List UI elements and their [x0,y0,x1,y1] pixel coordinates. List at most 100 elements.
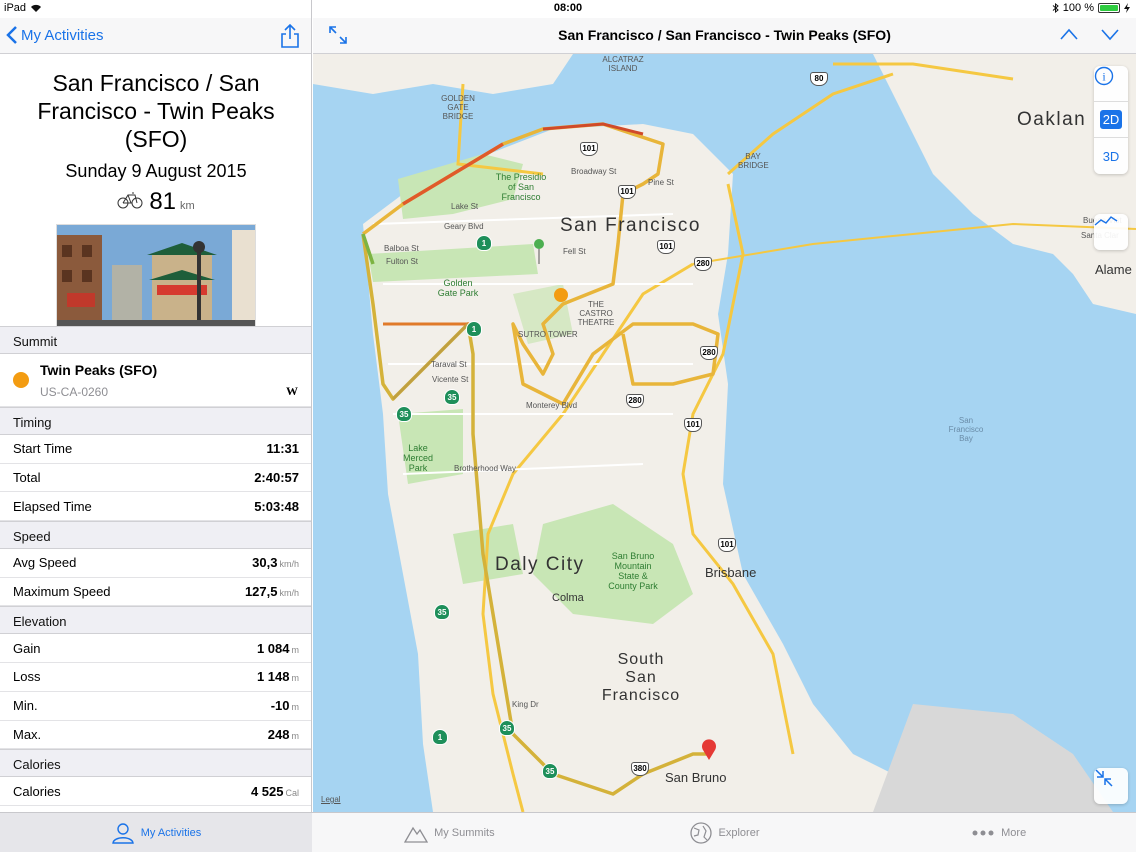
map-label-golden-gate-bridge: GOLDEN GATE BRIDGE [441,94,475,121]
chevron-left-icon [6,26,17,44]
back-button[interactable]: My Activities [6,25,104,45]
person-icon [111,822,134,844]
summit-code: US-CA-0260 [40,385,109,399]
activity-photo[interactable] [56,224,256,330]
battery-icon [1098,3,1120,13]
highway-shield: 35 [444,389,460,405]
mode-2d-button[interactable]: 2D [1094,102,1128,138]
highway-shield: 35 [542,763,558,779]
stat-label: Total [13,470,41,486]
stat-unit: Cal [285,787,299,798]
stat-value: 2:40:57 [254,470,299,486]
tab-explorer[interactable]: Explorer [587,813,862,852]
map-label-presidio: The Presidio of San Francisco [495,172,547,202]
highway-shield: 101 [618,185,636,199]
map-view[interactable]: San Francisco Daly City South San Franci… [313,54,1136,812]
stat-value: 248 [267,726,290,742]
summit-name: Twin Peaks (SFO) [40,362,158,378]
stat-row-total: Total 2:40:57 [0,464,311,493]
map-label-fell: Fell St [563,247,586,256]
stat-value: -10 [270,698,290,714]
map-label-colma: Colma [552,592,584,604]
status-time: 08:00 [553,2,583,14]
map-label-broadway: Broadway St [571,167,617,176]
map-label-san-bruno-park: San Bruno Mountain State & County Park [608,551,658,591]
collapse-map-button[interactable] [1094,768,1128,804]
map-canvas [313,54,1136,812]
map-controls: i 2D 3D [1094,66,1128,174]
map-label-pine: Pine St [648,178,674,187]
map-label-fulton: Fulton St [386,257,419,266]
stat-row-gain: Gain 1 084 m [0,634,311,664]
chevron-up-icon[interactable] [1060,27,1078,41]
highway-shield: 101 [684,418,702,432]
info-icon-glyph: i [1102,70,1106,84]
map-label-king-dr: King Dr [512,700,539,709]
stat-label: Elapsed Time [13,498,92,514]
highway-shield: 280 [626,394,644,408]
stat-value: 4 525 [250,783,284,799]
activity-header: San Francisco / San Francisco - Twin Pea… [0,54,311,330]
section-header-timing: Timing [0,407,311,435]
stat-label: Gain [13,640,41,656]
collapse-icon [1095,769,1113,787]
stat-unit: km/h [279,588,299,599]
wikipedia-icon[interactable]: W [286,384,298,399]
chevron-down-icon[interactable] [1101,27,1119,41]
distance-unit: km [180,200,195,212]
tab-my-summits[interactable]: My Summits [312,813,587,852]
map-label-sf-bay: San Francisco Bay [948,416,984,443]
highway-shield: 80 [810,72,828,86]
section-header-summit: Summit [0,326,311,354]
mode-3d-button[interactable]: 3D [1094,138,1128,174]
tab-label: My Activities [140,826,202,839]
section-header-elevation: Elevation [0,606,311,635]
tab-label: Explorer [718,826,760,839]
legal-link[interactable]: Legal [321,795,341,804]
stat-label: Maximum Speed [13,584,111,600]
info-button[interactable]: i [1094,66,1128,102]
map-title: San Francisco / San Francisco - Twin Pea… [558,27,891,43]
bluetooth-icon [1052,3,1059,13]
map-label-san-francisco: San Francisco [560,215,701,236]
highway-shield: 35 [434,604,450,620]
stat-label: Max. [13,726,42,742]
map-label-lake-st: Lake St [451,202,479,211]
share-icon[interactable] [280,23,300,49]
distance-value: 81 [149,188,177,215]
section-header-speed: Speed [0,521,311,550]
map-label-south-san-francisco: South San Francisco [601,651,681,704]
highway-shield: 1 [432,729,448,745]
stat-label: Start Time [13,441,73,457]
stat-unit: m [291,673,300,684]
tab-label: My Summits [434,826,495,839]
stat-unit: km/h [279,559,299,570]
summit-row[interactable]: Twin Peaks (SFO) US-CA-0260 W [0,354,311,407]
stat-value: 127,5 [244,584,278,600]
mountain-icon [404,826,429,843]
tab-my-activities[interactable]: My Activities [0,813,312,852]
stat-value: 11:31 [266,441,299,457]
map-label-balboa: Balboa St [384,244,419,253]
stat-row-start-time: Start Time 11:31 [0,435,311,464]
map-label-taraval: Taraval St [431,360,467,369]
stat-unit: m [291,644,300,655]
map-label-sutro-tower: SUTRO TOWER [518,330,578,339]
map-navigation-bar: San Francisco / San Francisco - Twin Pea… [313,18,1136,54]
stat-value: 30,3 [252,555,278,571]
highway-shield: 1 [476,235,492,251]
highway-shield: 101 [580,142,598,156]
tab-label: More [1001,826,1027,839]
status-bar: iPad 08:00 100 % [0,0,1136,18]
map-label-san-bruno: San Bruno [665,770,727,785]
tab-more[interactable]: More [861,813,1136,852]
map-label-monterey: Monterey Blvd [526,401,578,410]
highway-shield: 280 [700,346,718,360]
summit-icon [13,372,29,388]
elevation-profile-button[interactable] [1094,214,1128,250]
tab-bar: My Activities My Summits Explorer More [0,812,1136,852]
more-icon [972,830,994,835]
map-label-daly-city: Daly City [495,554,585,575]
charging-icon [1124,3,1130,13]
left-navigation-bar: My Activities [0,18,311,54]
